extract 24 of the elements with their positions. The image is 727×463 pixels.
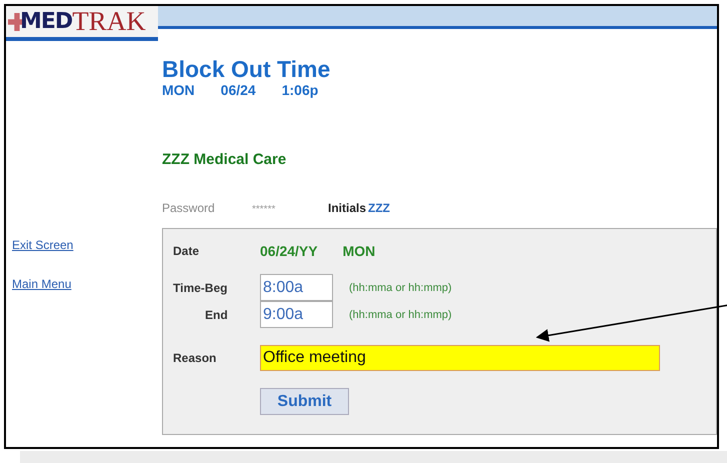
- format-hint: (hh:mma or hh:mmp): [349, 308, 452, 320]
- format-hint: (hh:mma or hh:mmp): [349, 282, 452, 294]
- reason-label: Reason: [173, 351, 218, 365]
- time-label: 1:06p: [282, 82, 318, 98]
- initials-value: ZZZ: [368, 201, 390, 215]
- logo: MEDTRAK: [6, 6, 158, 41]
- page-title: Block Out Time: [162, 56, 332, 82]
- time-label: Time-Beg: [173, 280, 228, 294]
- time-field[interactable]: 8:00a: [260, 274, 333, 301]
- time-label: End: [204, 308, 229, 322]
- password-value: ******: [252, 204, 276, 215]
- practice-name: ZZZ Medical Care: [162, 151, 288, 168]
- time-field[interactable]: 9:00a: [260, 301, 333, 328]
- nav-link[interactable]: Exit Screen: [12, 238, 74, 252]
- submit-button[interactable]: Submit: [260, 388, 349, 415]
- date-value: 06/24/YY: [260, 243, 318, 259]
- reason-field[interactable]: Office meeting: [260, 345, 660, 371]
- nav-link[interactable]: Main Menu: [12, 277, 72, 291]
- date-label: 06/24: [220, 82, 256, 98]
- day-label: MON: [162, 82, 195, 98]
- password-label: Password: [162, 201, 216, 215]
- date-field-label: Date: [173, 244, 200, 258]
- initials-label: Initials: [328, 201, 368, 215]
- weekday-value: MON: [342, 243, 376, 259]
